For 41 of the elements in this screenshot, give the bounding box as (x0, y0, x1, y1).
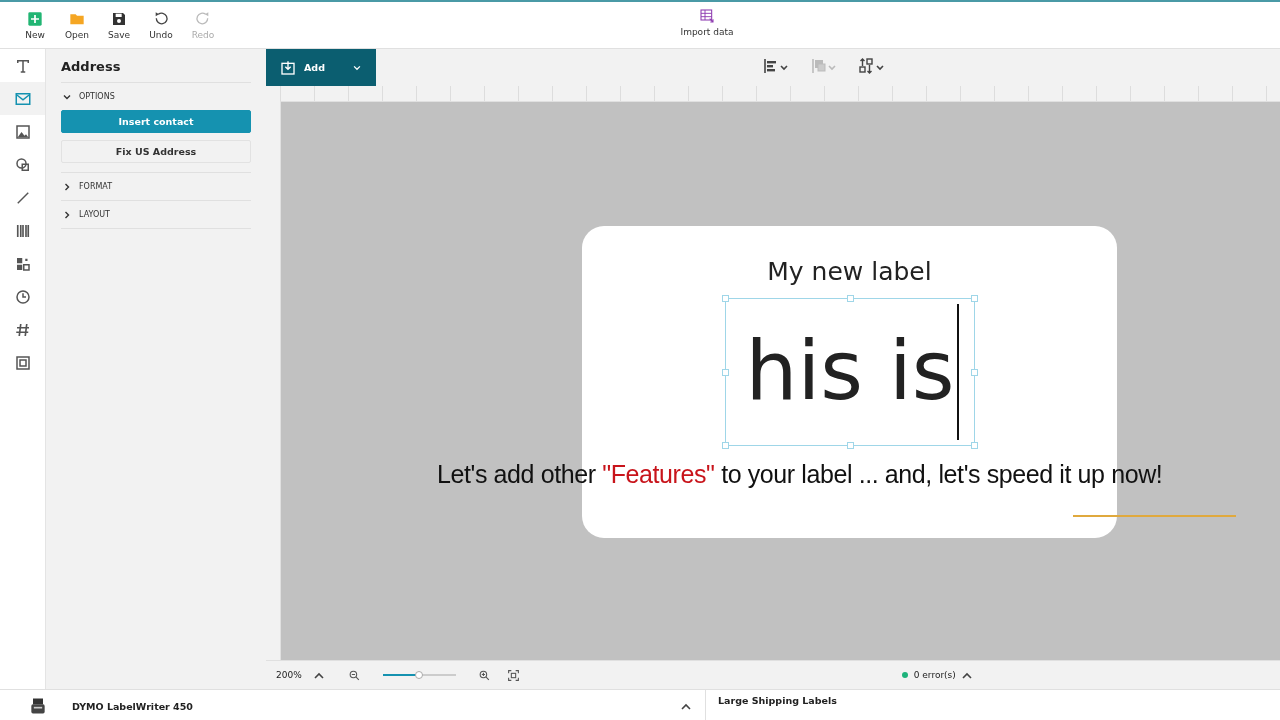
toolbar-button[interactable]: Open (56, 10, 98, 40)
fit-icon (506, 668, 520, 682)
clock-icon (13, 287, 32, 306)
insert-contact-button[interactable]: Insert contact (61, 110, 251, 133)
zoom-out-icon (347, 668, 361, 682)
shapes-icon (13, 155, 32, 174)
table-import-icon (699, 8, 715, 24)
toolbar-button[interactable]: New (14, 10, 56, 40)
chevron-icon (63, 92, 71, 101)
zoom-in-icon (477, 668, 491, 682)
status-dot (901, 672, 908, 678)
redo-icon (195, 10, 211, 27)
section-header[interactable]: LAYOUT (61, 201, 251, 228)
image-icon (13, 122, 32, 141)
save-icon (111, 10, 127, 27)
frame-icon (13, 353, 32, 372)
section-header[interactable]: OPTIONS (61, 83, 251, 110)
label-type: Large Shipping Labels (717, 694, 837, 708)
tool-rail-item[interactable] (0, 82, 45, 115)
printer-name: DYMO LabelWriter 450 (72, 700, 193, 712)
section-header[interactable]: FORMAT (61, 173, 251, 200)
add-button[interactable]: Add (266, 49, 376, 86)
panel-title: Address (61, 49, 251, 83)
panel-button[interactable]: Fix US Address (61, 140, 251, 163)
text-box[interactable]: his is (724, 298, 975, 446)
label-title: My new label (767, 257, 932, 286)
caret-icon (313, 671, 324, 679)
add-box-icon (280, 59, 296, 76)
plus-icon (27, 10, 43, 27)
caret-icon (681, 702, 691, 710)
toolbar-button[interactable]: Save (98, 10, 140, 40)
zoom-value: 200% (276, 670, 302, 680)
import-data-button[interactable]: Import data (676, 8, 738, 37)
chevron-icon (63, 210, 71, 219)
undo-icon (153, 10, 169, 27)
printer-icon (28, 696, 48, 716)
chevron-icon (63, 182, 71, 191)
caret-icon (961, 671, 972, 679)
toolbar-button[interactable]: Undo (140, 10, 182, 40)
caption: Let's add other "Features" to your label ... and, let's speed it up now! (437, 460, 1163, 489)
error-count[interactable]: 0 error(s) (913, 670, 956, 680)
